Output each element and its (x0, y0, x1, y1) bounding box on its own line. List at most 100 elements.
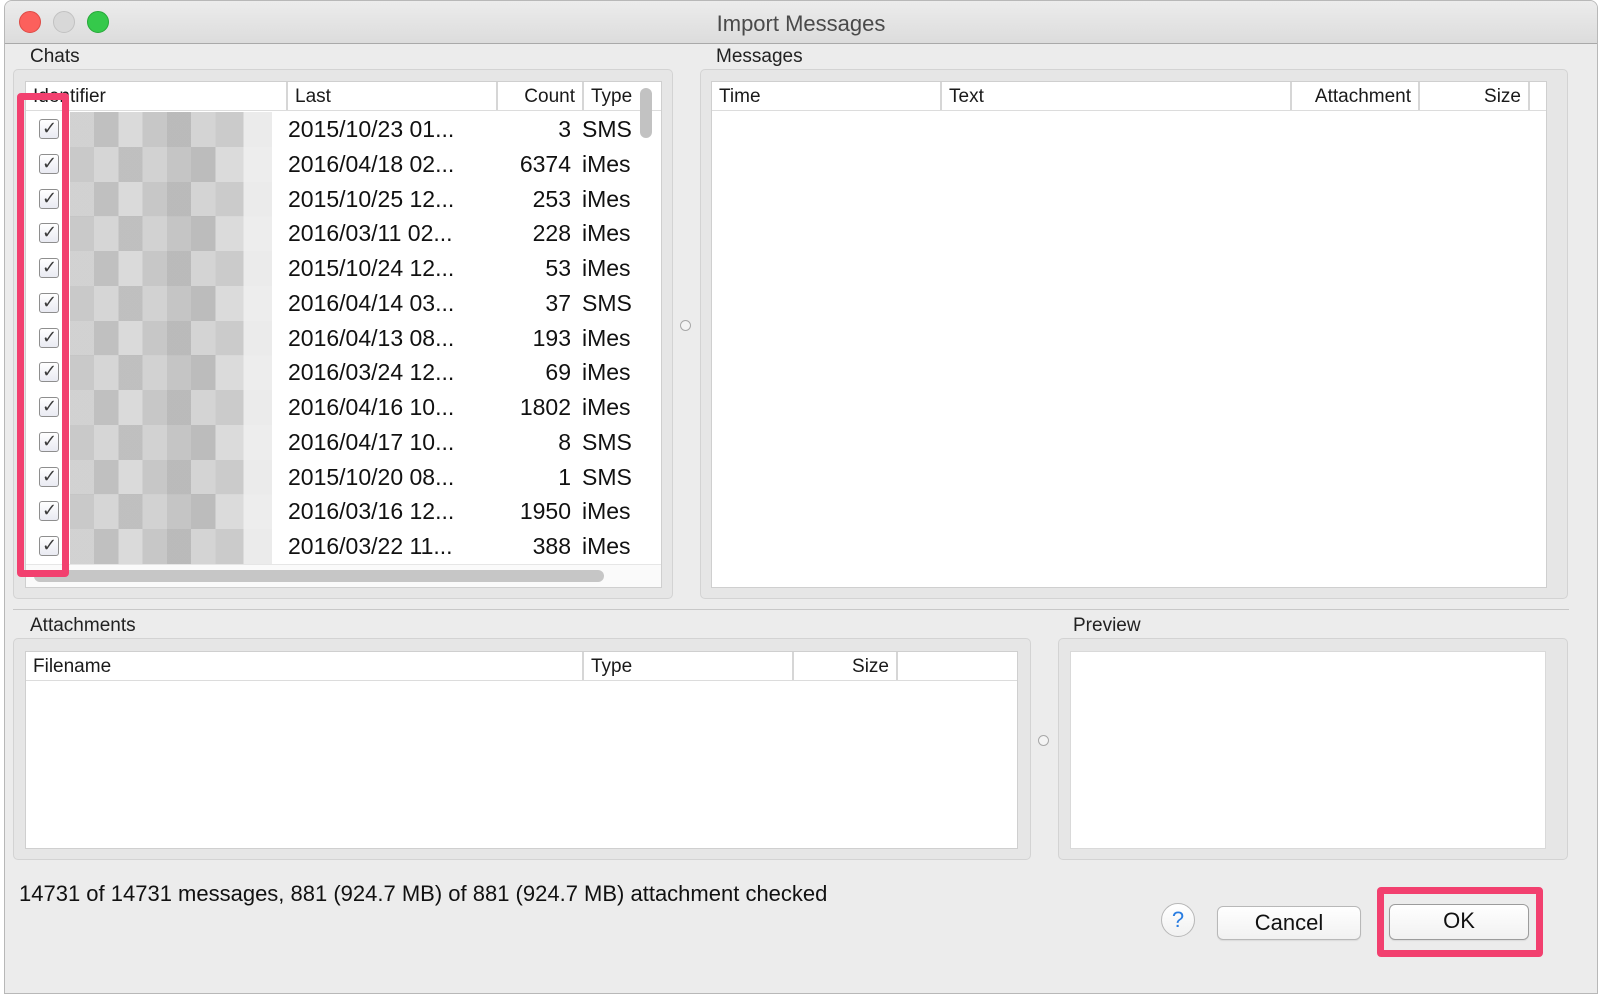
redacted-identifier (70, 390, 272, 425)
status-text: 14731 of 14731 messages, 881 (924.7 MB) … (19, 881, 828, 906)
chats-label: Chats (30, 46, 80, 67)
redacted-identifier (70, 216, 272, 252)
chat-type: SMS (582, 428, 632, 455)
chat-message-count: 388 (532, 533, 571, 559)
attachments-table-header: Filename Type Size (26, 652, 1017, 681)
chat-row[interactable]: ✓ 2015/10/25 12... 253 iMes (26, 181, 634, 217)
chat-row[interactable]: ✓ 2016/04/16 10... 1802 iMes (26, 390, 634, 425)
chat-message-count: 3 (558, 116, 571, 142)
chat-last-date: 2016/04/13 08... (288, 324, 455, 351)
chats-table[interactable]: Identifier Last Count Type ✓ 2015/10/23 0… (25, 81, 662, 588)
chat-row[interactable]: ✓ 2015/10/23 01... 3 SMS (26, 112, 634, 147)
chat-last-date: 2016/03/16 12... (288, 498, 455, 525)
chat-message-count: 53 (545, 255, 571, 281)
messages-table-header: Time Text Attachment Size (712, 82, 1546, 111)
chat-last-date: 2015/10/20 08... (288, 463, 455, 490)
chat-message-count: 1802 (519, 394, 571, 420)
vertical-splitter-handle[interactable] (680, 320, 691, 331)
chat-type: SMS (582, 463, 632, 490)
chat-last-date: 2016/04/17 10... (288, 428, 455, 455)
chat-last-date: 2015/10/23 01... (288, 116, 455, 142)
chat-row[interactable]: ✓ 2016/03/11 02... 228 iMes (26, 216, 634, 252)
chat-type: SMS (582, 116, 632, 142)
column-header-attachment[interactable]: Attachment (1292, 82, 1420, 110)
preview-label: Preview (1073, 615, 1141, 636)
chat-type: iMes (582, 255, 631, 281)
chat-message-count: 69 (545, 359, 571, 386)
chat-last-date: 2015/10/25 12... (288, 185, 455, 212)
help-button[interactable]: ? (1161, 903, 1195, 937)
chat-last-date: 2016/03/11 02... (288, 220, 453, 247)
chat-row[interactable]: ✓ 2015/10/20 08... 1 SMS (26, 459, 634, 495)
chat-row[interactable]: ✓ 2016/04/17 10... 8 SMS (26, 424, 634, 460)
column-header-attachment-size[interactable]: Size (794, 652, 898, 680)
column-header-text[interactable]: Text (942, 82, 1292, 110)
window-title: Import Messages (716, 11, 886, 36)
chat-type: iMes (582, 185, 631, 212)
cancel-button[interactable]: Cancel (1217, 906, 1361, 940)
chats-rows: ✓ 2015/10/23 01... 3 SMS ✓ 2016/04/18 02... 63… (26, 112, 636, 567)
column-header-attachment-type[interactable]: Type (584, 652, 794, 680)
chat-last-date: 2016/04/18 02... (288, 150, 455, 177)
chat-last-date: 2015/10/24 12... (288, 255, 455, 281)
chat-type: iMes (582, 220, 631, 247)
chat-message-count: 1950 (519, 498, 571, 525)
chat-message-count: 1 (558, 463, 571, 490)
column-header-time[interactable]: Time (712, 82, 942, 110)
horizontal-splitter[interactable] (13, 609, 1569, 610)
redacted-identifier (70, 355, 272, 391)
messages-table[interactable]: Time Text Attachment Size (711, 81, 1547, 588)
redacted-identifier (70, 181, 272, 217)
bottom-splitter-handle[interactable] (1038, 735, 1049, 746)
redacted-identifier (70, 424, 272, 460)
chat-last-date: 2016/03/22 11... (288, 533, 453, 559)
messages-label: Messages (716, 46, 803, 67)
chat-message-count: 8 (558, 428, 571, 455)
chat-type: iMes (582, 359, 631, 386)
chat-row[interactable]: ✓ 2016/04/18 02... 6374 iMes (26, 146, 634, 182)
chat-message-count: 37 (545, 289, 571, 316)
question-mark-icon: ? (1171, 907, 1185, 932)
preview-pane (1070, 651, 1546, 849)
attachments-table[interactable]: Filename Type Size (25, 651, 1018, 849)
ok-button-highlight (1377, 887, 1543, 957)
chat-message-count: 228 (532, 220, 571, 247)
chat-row[interactable]: ✓ 2016/03/24 12... 69 iMes (26, 355, 634, 391)
chat-type: SMS (582, 289, 632, 316)
chat-type: iMes (582, 533, 631, 559)
redacted-identifier (70, 146, 272, 182)
chat-row[interactable]: ✓ 2016/03/22 11... 388 iMes (26, 529, 634, 564)
chats-vertical-scrollbar[interactable] (640, 88, 652, 138)
redacted-identifier (70, 494, 272, 530)
redacted-identifier (70, 320, 272, 356)
chats-horizontal-scrollbar[interactable] (26, 564, 661, 587)
chat-last-date: 2016/04/16 10... (288, 394, 455, 420)
chat-message-count: 193 (532, 324, 571, 351)
chat-type: iMes (582, 498, 631, 525)
column-header-count[interactable]: Count (498, 82, 584, 110)
column-header-last[interactable]: Last (288, 82, 498, 110)
chat-message-count: 6374 (519, 150, 571, 177)
chat-row[interactable]: ✓ 2015/10/24 12... 53 iMes (26, 251, 634, 286)
chat-type: iMes (582, 324, 631, 351)
chat-row[interactable]: ✓ 2016/04/13 08... 193 iMes (26, 320, 634, 356)
chat-type: iMes (582, 150, 631, 177)
import-messages-window: Import Messages Chats Identifier Last Co… (4, 0, 1598, 994)
title-bar[interactable]: Import Messages (5, 1, 1597, 44)
chat-row[interactable]: ✓ 2016/03/16 12... 1950 iMes (26, 494, 634, 530)
chats-horizontal-scroll-thumb[interactable] (34, 570, 604, 582)
chat-type: iMes (582, 394, 631, 420)
redacted-identifier (70, 112, 272, 147)
chats-table-header: Identifier Last Count Type (26, 82, 661, 111)
redacted-identifier (70, 251, 272, 286)
column-header-size[interactable]: Size (1420, 82, 1530, 110)
chat-row[interactable]: ✓ 2016/04/14 03... 37 SMS (26, 285, 634, 321)
redacted-identifier (70, 529, 272, 564)
chat-last-date: 2016/03/24 12... (288, 359, 455, 386)
checkbox-column-highlight (17, 93, 69, 577)
chat-last-date: 2016/04/14 03... (288, 289, 455, 316)
attachments-label: Attachments (30, 615, 136, 636)
redacted-identifier (70, 285, 272, 321)
chat-message-count: 253 (532, 185, 571, 212)
column-header-filename[interactable]: Filename (26, 652, 584, 680)
